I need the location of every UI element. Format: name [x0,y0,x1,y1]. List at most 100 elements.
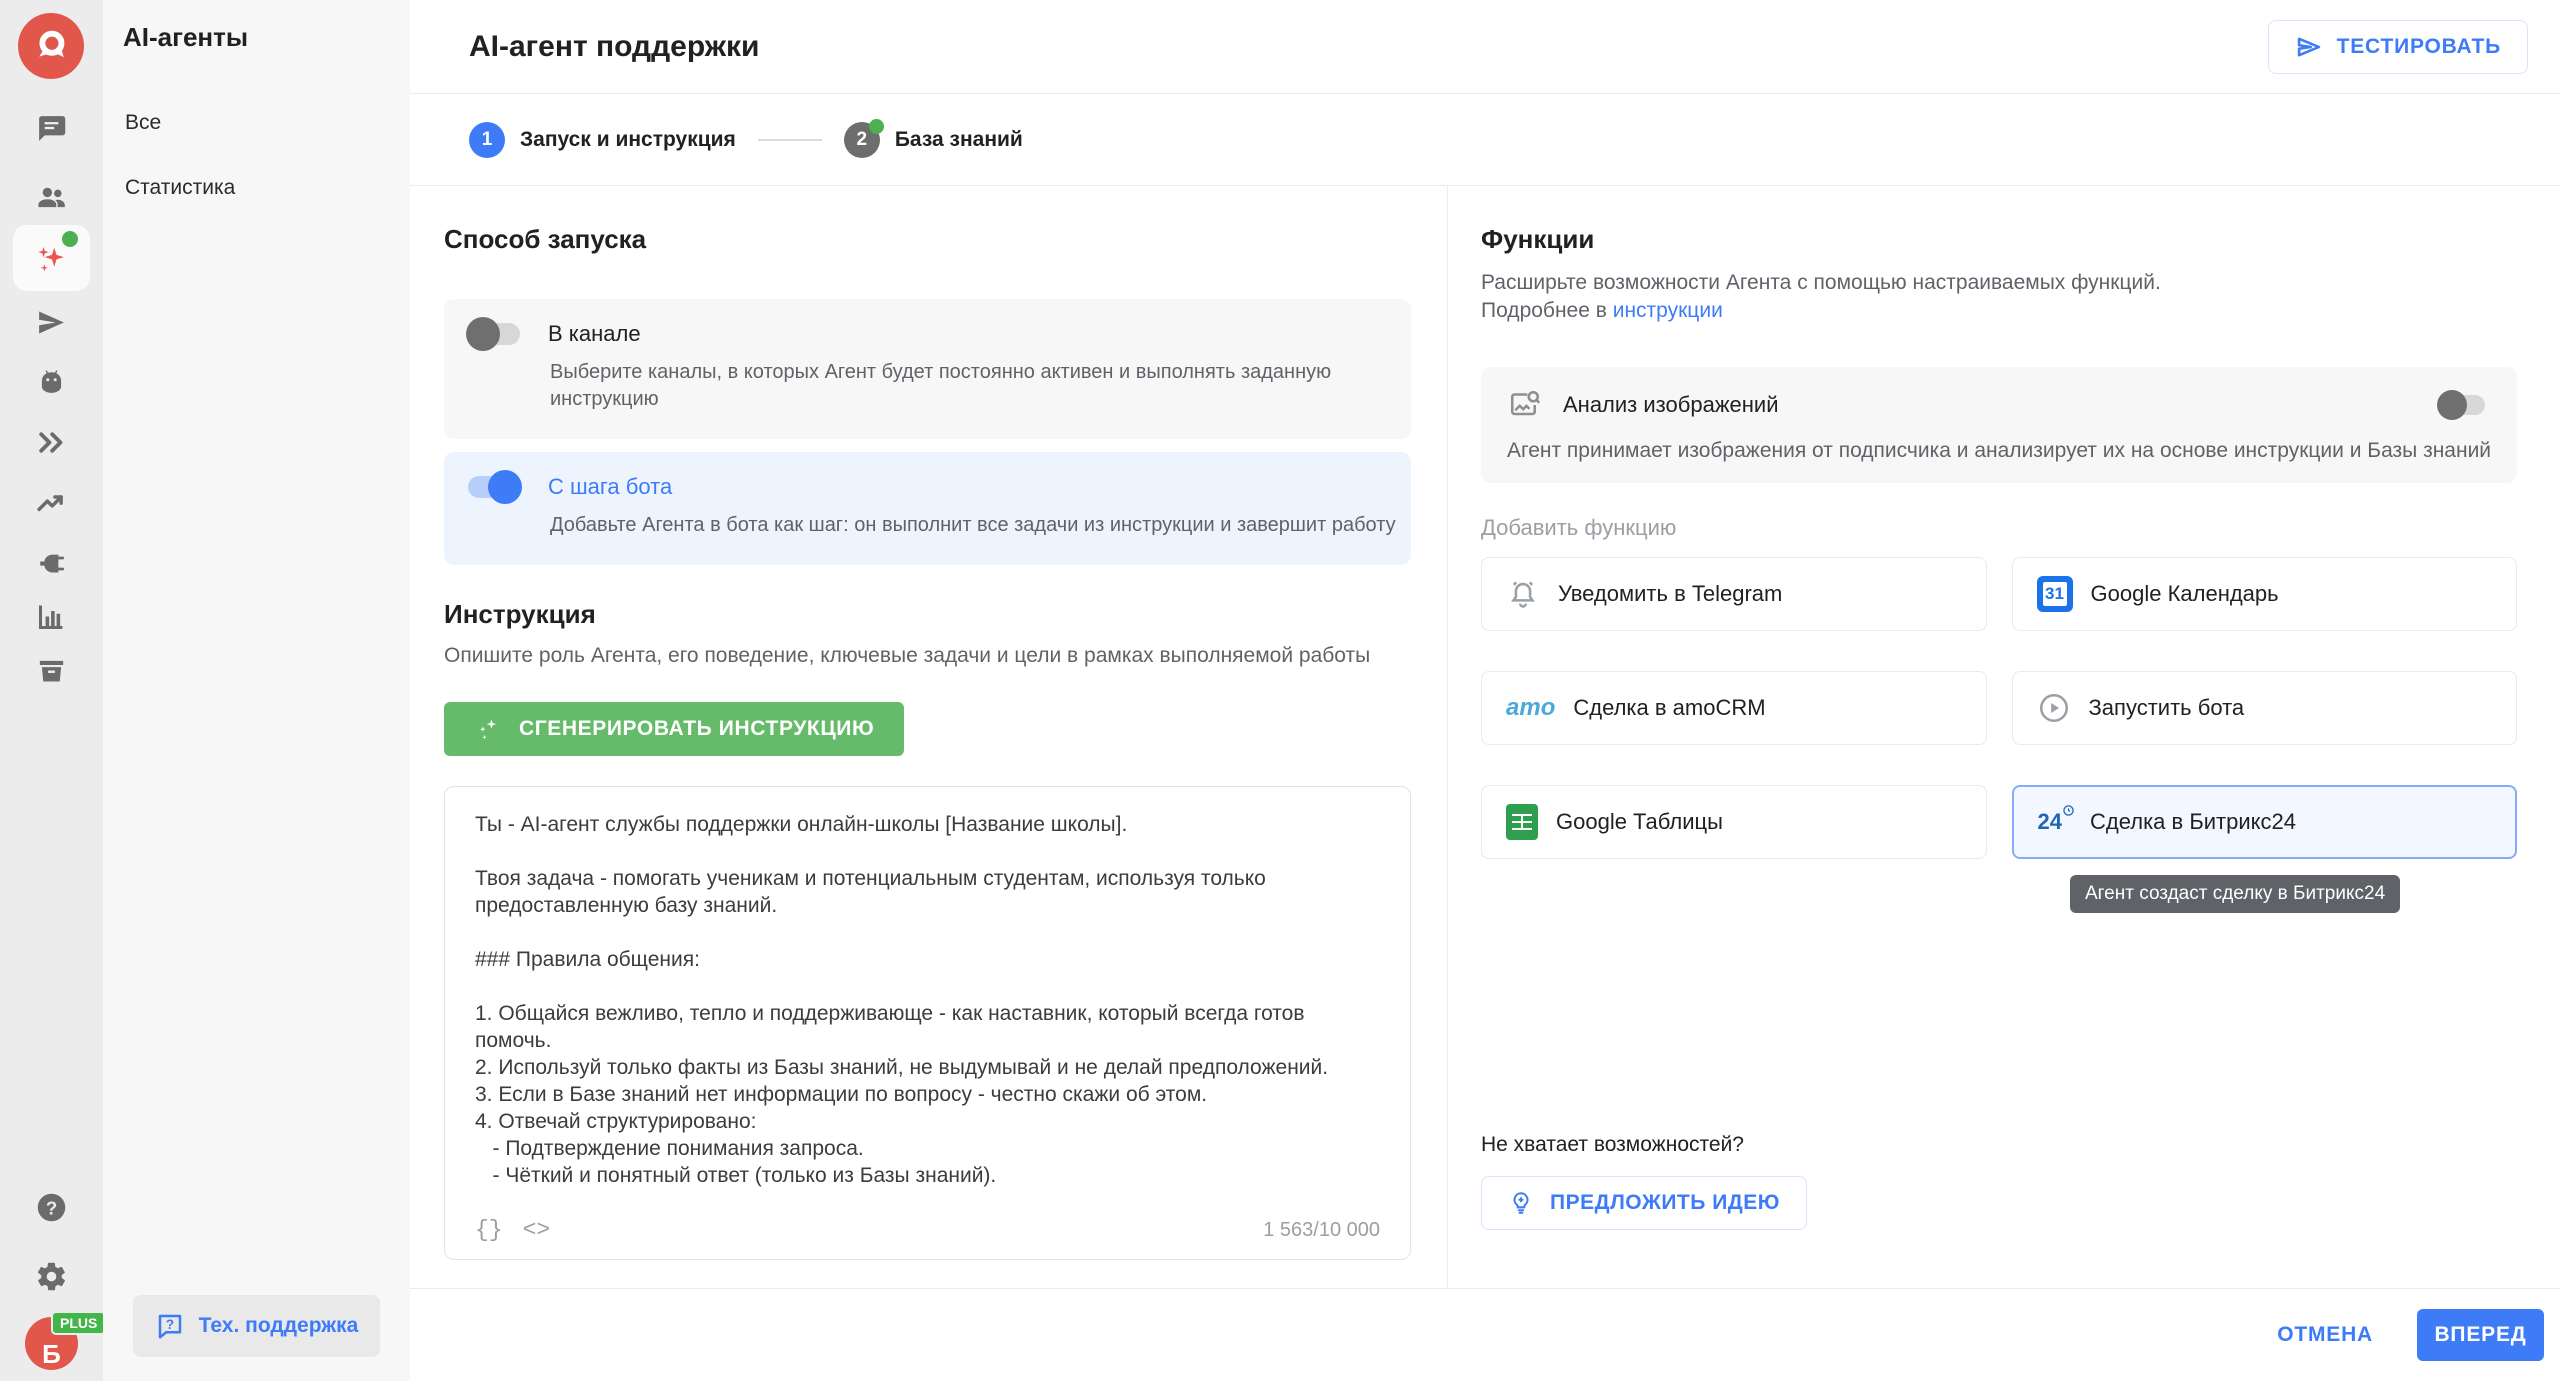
step-launch-instruction[interactable]: 1 Запуск и инструкция [469,122,736,158]
channel-toggle[interactable] [468,323,520,345]
launch-heading: Способ запуска [444,224,1411,255]
variables-icon[interactable]: {} [475,1217,503,1243]
channel-option-desc: Выберите каналы, в которых Агент будет п… [550,359,1387,413]
plus-badge: PLUS [51,1311,106,1335]
image-analysis-toggle[interactable] [2439,395,2485,415]
functions-column: Функции Расширьте возможности Агента с п… [1448,186,2560,1288]
send-test-icon [2295,33,2323,61]
function-card-label: Google Календарь [2091,581,2279,607]
amocrm-icon: amo [1506,694,1555,722]
image-analysis-icon [1507,387,1543,423]
bot-step-option-title: С шага бота [548,474,672,500]
instructions-link[interactable]: инструкции [1613,299,1723,322]
help-icon[interactable]: ? [0,1185,103,1229]
profile-avatar[interactable]: Б PLUS [25,1317,78,1370]
bitrix24-tooltip: Агент создаст сделку в Битрикс24 [2070,875,2400,913]
panel-title: AI-агенты [123,22,410,53]
function-card-bitrix24[interactable]: 24 Сделка в Битрикс24 [2012,785,2518,859]
app-logo[interactable] [18,13,84,79]
instruction-textarea[interactable]: Ты - AI-агент службы поддержки онлайн-шк… [445,787,1410,1191]
avatar-letter: Б [42,1339,61,1370]
wizard-footer: ОТМЕНА ВПЕРЕД [410,1288,2560,1381]
bell-icon [1506,577,1540,611]
instruction-heading: Инструкция [444,599,1411,630]
integrations-plug-icon[interactable] [0,541,103,585]
settings-gear-icon[interactable] [0,1254,103,1298]
next-button[interactable]: ВПЕРЕД [2417,1309,2544,1361]
campaigns-send-icon[interactable] [0,300,103,344]
instruction-editor: Ты - AI-агент службы поддержки онлайн-шк… [444,786,1411,1260]
function-card-label: Сделка в Битрикс24 [2090,809,2296,835]
functions-desc-line2: Подробнее в инструкции [1481,297,2517,325]
support-chat-icon: ? [155,1311,185,1341]
stepper: 1 Запуск и инструкция 2 База знаний [410,94,2560,186]
cancel-button[interactable]: ОТМЕНА [2277,1323,2373,1347]
play-circle-icon [2037,691,2071,725]
function-card-google-sheets[interactable]: Google Таблицы [1481,785,1987,859]
panel-item-statistics[interactable]: Статистика [125,176,410,200]
fast-forward-icon[interactable] [0,420,103,464]
bitrix24-icon: 24 [2038,809,2072,835]
step-2-label: База знаний [895,128,1023,152]
audience-icon[interactable] [0,175,103,219]
svg-text:?: ? [46,1197,57,1218]
step-1-circle: 1 [469,122,505,158]
app-window: ? Б PLUS AI-агенты Все Статистика ? Тех.… [0,0,2560,1381]
code-brackets-icon[interactable]: <> [523,1217,551,1243]
launch-instruction-column: Способ запуска В канале Выберите каналы,… [410,186,1448,1288]
generate-instruction-button[interactable]: СГЕНЕРИРОВАТЬ ИНСТРУКЦИЮ [444,702,904,756]
step-2-circle: 2 [844,122,880,158]
suggest-idea-button[interactable]: ПРЕДЛОЖИТЬ ИДЕЮ [1481,1176,1807,1230]
missing-features-text: Не хватает возможностей? [1481,1133,1744,1157]
step-knowledge-base[interactable]: 2 База знаний [844,122,1023,158]
suggest-idea-label: ПРЕДЛОЖИТЬ ИДЕЮ [1550,1191,1780,1215]
ai-sparkles-icon [0,236,103,280]
ai-status-dot [62,231,78,247]
archive-icon[interactable] [0,648,103,692]
image-analysis-desc: Агент принимает изображения от подписчик… [1507,439,2491,463]
google-sheets-icon [1506,804,1538,840]
generate-button-label: СГЕНЕРИРОВАТЬ ИНСТРУКЦИЮ [519,717,874,741]
main-area: AI-агент поддержки ТЕСТИРОВАТЬ 1 Запуск … [410,0,2560,1381]
function-card-label: Уведомить в Telegram [1558,581,1782,607]
chats-icon[interactable] [0,106,103,150]
sidebar-item-ai-agents-active[interactable] [13,225,90,291]
page-title: AI-агент поддержки [469,30,2268,64]
google-calendar-icon: 31 [2037,576,2073,612]
function-card-amocrm[interactable]: amo Сделка в amoCRM [1481,671,1987,745]
launch-option-bot-step: С шага бота Добавьте Агента в бота как ш… [444,452,1411,565]
trending-up-icon[interactable] [0,480,103,524]
add-function-label: Добавить функцию [1481,515,2517,541]
page-header: AI-агент поддержки ТЕСТИРОВАТЬ [410,0,2560,94]
functions-heading: Функции [1481,224,2517,255]
function-card-telegram[interactable]: Уведомить в Telegram [1481,557,1987,631]
step-2-green-dot [869,119,884,134]
function-grid: Уведомить в Telegram 31 Google Календарь… [1481,557,2517,859]
function-card-label: Запустить бота [2089,695,2245,721]
channel-option-title: В канале [548,321,641,347]
chatbot-icon[interactable] [0,360,103,404]
function-card-google-calendar[interactable]: 31 Google Календарь [2012,557,2518,631]
function-card-label: Сделка в amoCRM [1573,695,1765,721]
bar-chart-icon[interactable] [0,594,103,638]
step-connector [758,139,822,141]
test-button-label: ТЕСТИРОВАТЬ [2337,35,2501,59]
tech-support-button[interactable]: ? Тех. поддержка [133,1295,380,1357]
test-button[interactable]: ТЕСТИРОВАТЬ [2268,20,2528,74]
char-counter: 1 563/10 000 [1263,1219,1380,1242]
step-2-number: 2 [857,129,868,151]
magic-wand-icon [474,716,501,743]
svg-text:?: ? [165,1317,173,1332]
bot-step-option-desc: Добавьте Агента в бота как шаг: он выпол… [550,512,1387,539]
bot-step-toggle[interactable] [468,476,520,498]
ai-agents-panel: AI-агенты Все Статистика ? Тех. поддержк… [103,0,410,1381]
function-card-start-bot[interactable]: Запустить бота [2012,671,2518,745]
panel-item-all[interactable]: Все [125,111,410,135]
image-analysis-card: Анализ изображений Агент принимает изобр… [1481,367,2517,483]
functions-desc-line1: Расширьте возможности Агента с помощью н… [1481,269,2517,297]
function-card-label: Google Таблицы [1556,809,1723,835]
lightbulb-icon [1508,1190,1534,1216]
instruction-desc: Опишите роль Агента, его поведение, ключ… [444,642,1411,670]
step-1-label: Запуск и инструкция [520,128,736,152]
more-prefix: Подробнее в [1481,299,1613,322]
